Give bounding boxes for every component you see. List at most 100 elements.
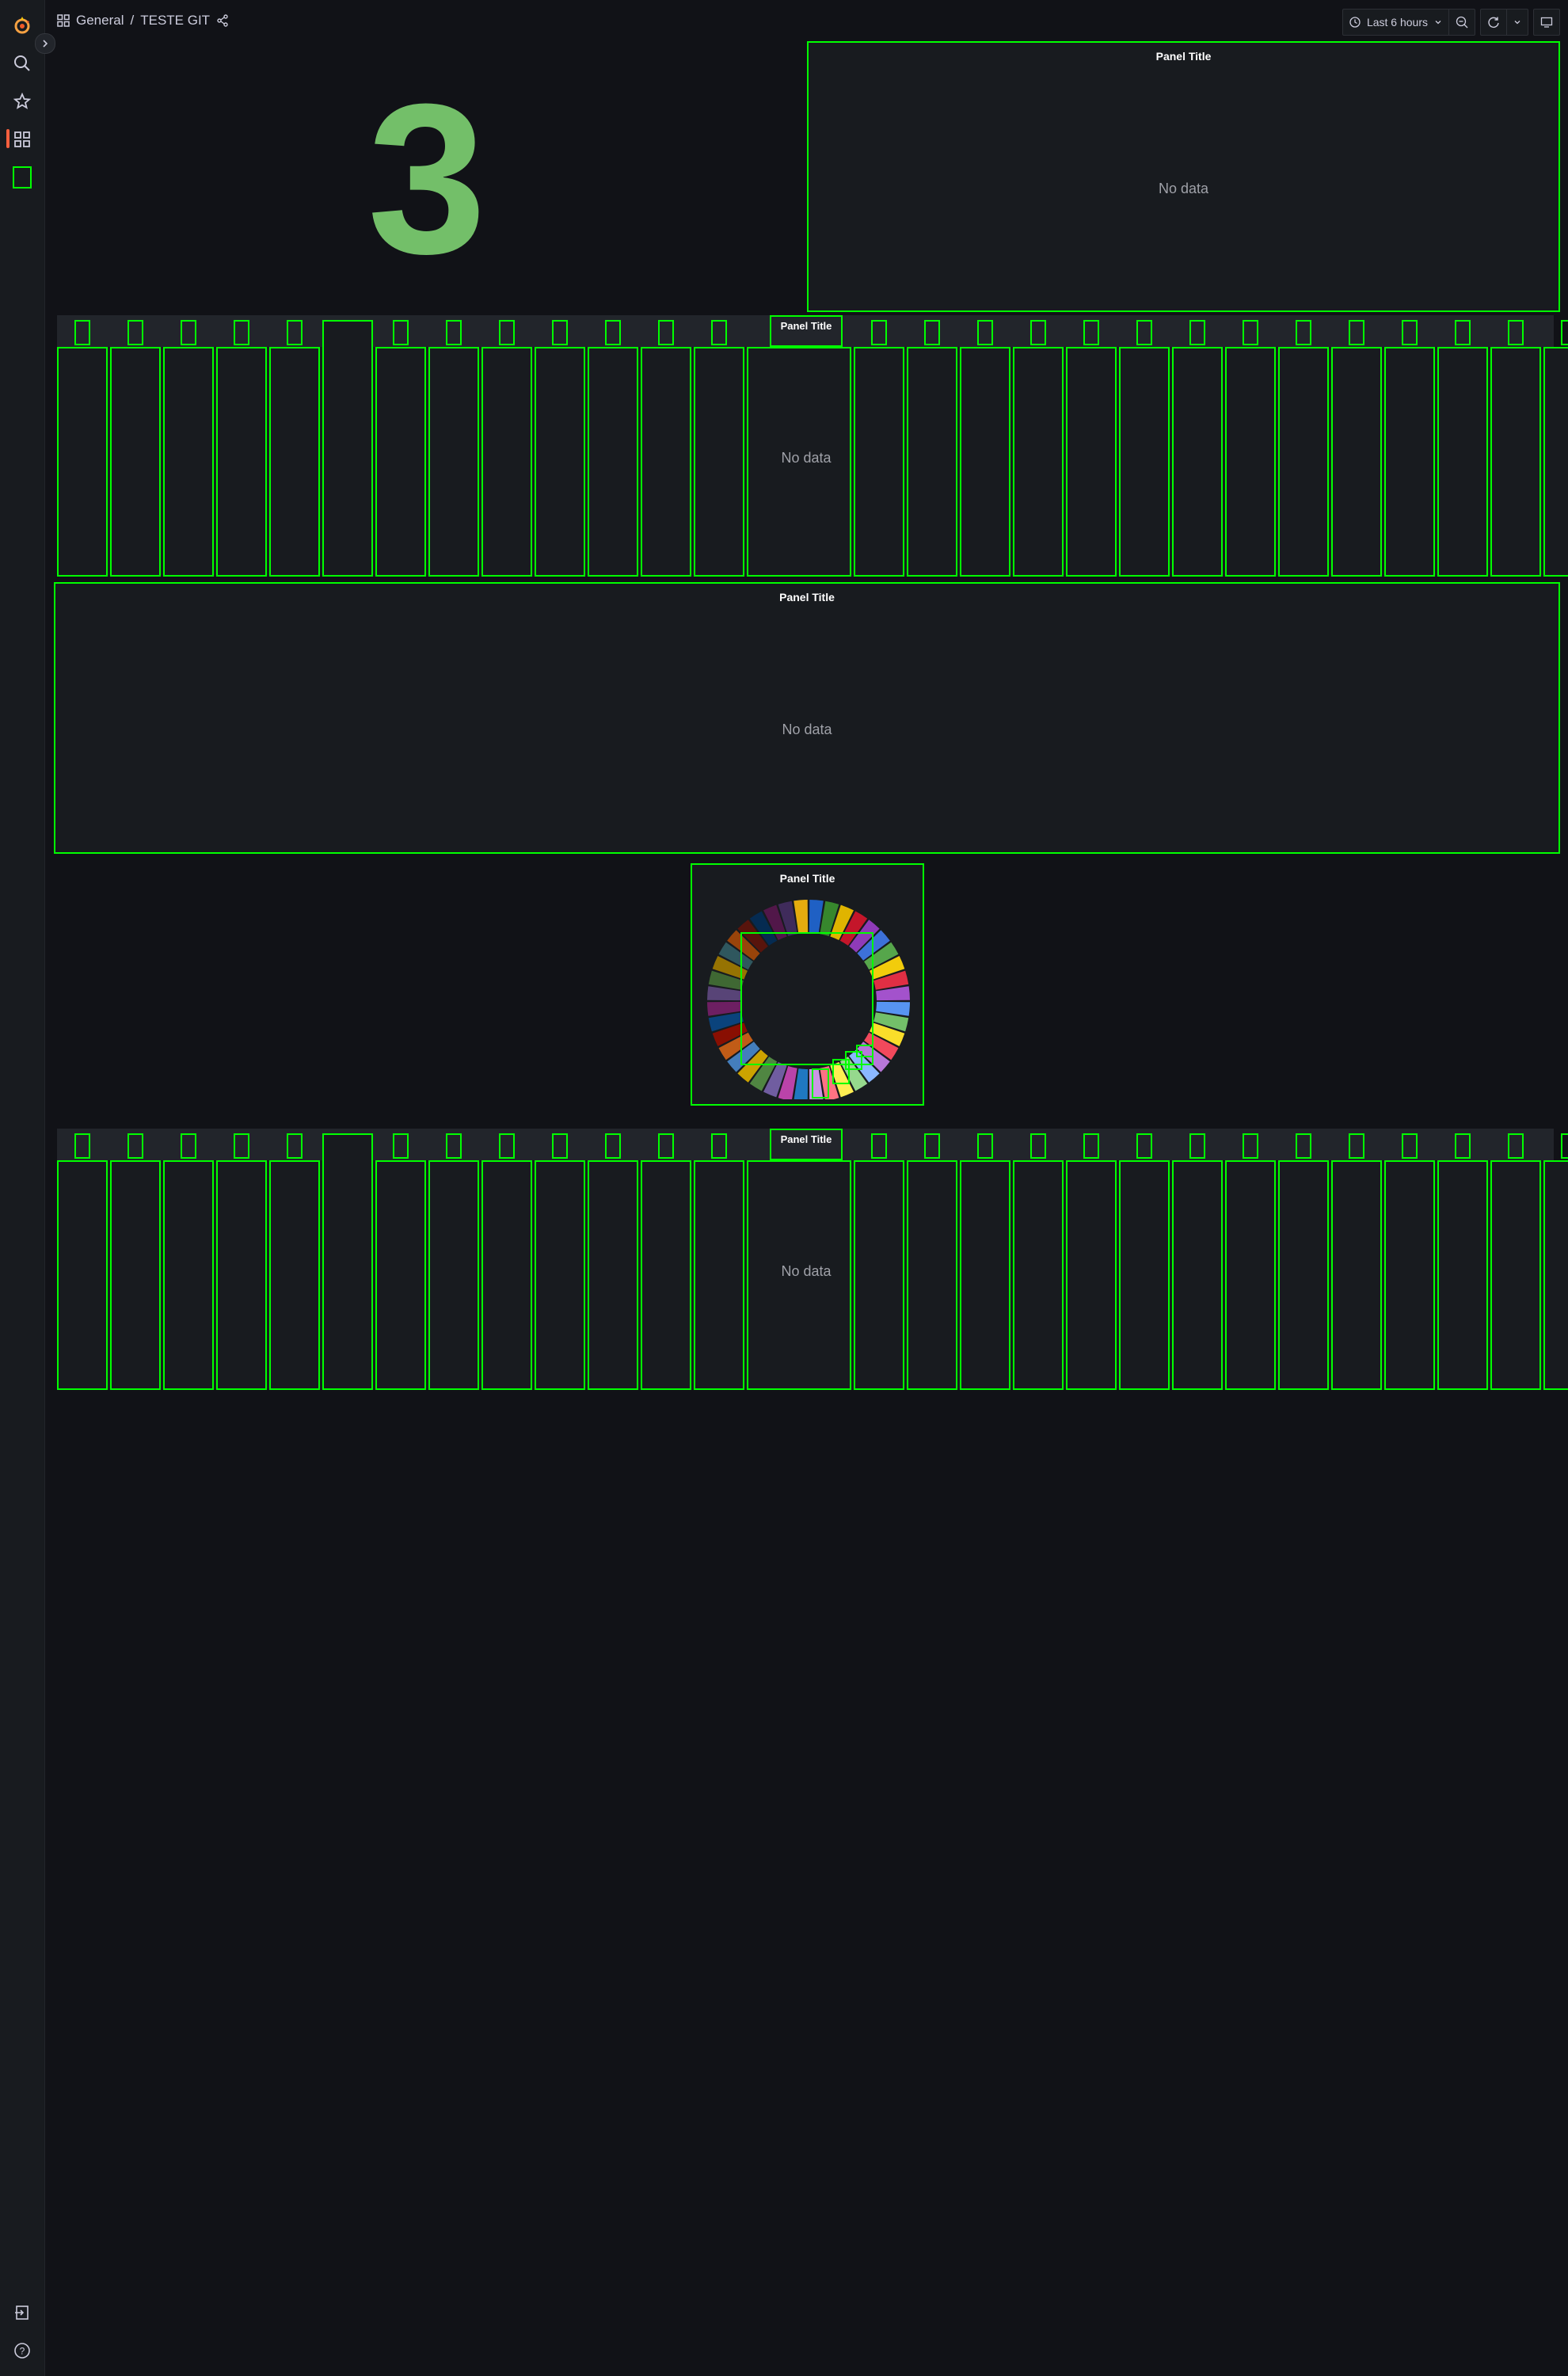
bar-header-tab bbox=[1189, 320, 1205, 345]
bar-column bbox=[1437, 1160, 1488, 1390]
bar-header-tab bbox=[446, 1133, 462, 1159]
pie-chart-panel[interactable]: Panel Title bbox=[691, 863, 924, 1106]
panel-title[interactable]: Panel Title bbox=[809, 50, 1558, 63]
bar-column bbox=[1172, 1160, 1223, 1390]
bar-header-tab bbox=[287, 1133, 303, 1159]
bar-column bbox=[1225, 347, 1276, 577]
bar-column bbox=[1172, 347, 1223, 577]
bar-column bbox=[375, 347, 426, 577]
plugin-app-icon[interactable] bbox=[6, 162, 38, 193]
grafana-logo-icon[interactable] bbox=[6, 10, 38, 41]
bar-column bbox=[57, 1160, 108, 1390]
breadcrumb-folder[interactable]: General bbox=[76, 13, 124, 29]
help-icon[interactable]: ? bbox=[6, 2335, 38, 2366]
bar-column bbox=[322, 1133, 373, 1390]
bar-header-tab bbox=[871, 320, 887, 345]
star-icon[interactable] bbox=[6, 86, 38, 117]
sidebar: ? bbox=[0, 0, 45, 2376]
bar-header-tab bbox=[1508, 1133, 1524, 1159]
panel-title-label: Panel Title bbox=[780, 320, 832, 332]
bar-column bbox=[216, 347, 267, 577]
svg-text:?: ? bbox=[20, 2346, 25, 2357]
bar-column bbox=[269, 347, 320, 577]
bar-header-tab bbox=[74, 320, 90, 345]
bar-column bbox=[481, 1160, 532, 1390]
breadcrumb-separator: / bbox=[130, 13, 135, 28]
bar-column bbox=[1543, 1160, 1568, 1390]
bar-column bbox=[641, 347, 691, 577]
bar-column bbox=[694, 1160, 744, 1390]
bar-header-tab bbox=[393, 320, 409, 345]
bar-header-tab bbox=[924, 320, 940, 345]
bar-header-tab bbox=[181, 1133, 196, 1159]
panel-title[interactable]: Panel Title bbox=[692, 872, 923, 885]
bar-header-tab bbox=[1296, 1133, 1311, 1159]
dashboards-icon[interactable] bbox=[6, 124, 38, 155]
bar-column bbox=[110, 1160, 161, 1390]
bar-header-tab bbox=[287, 320, 303, 345]
donut-chart bbox=[707, 900, 910, 1099]
bar-header-tab bbox=[605, 1133, 621, 1159]
breadcrumb: General / TESTE GIT bbox=[57, 13, 229, 29]
bar-column bbox=[1013, 347, 1064, 577]
panel-top-right[interactable]: Panel Title No data bbox=[807, 41, 1560, 312]
bar-column bbox=[1490, 347, 1541, 577]
bar-header-tab bbox=[711, 320, 727, 345]
bar-header-tab bbox=[1189, 1133, 1205, 1159]
bar-column bbox=[1384, 1160, 1435, 1390]
refresh-button[interactable] bbox=[1481, 10, 1507, 35]
bar-header-tab bbox=[711, 1133, 727, 1159]
bar-column bbox=[1543, 347, 1568, 577]
refresh-icon bbox=[1488, 17, 1499, 28]
bar-column bbox=[57, 347, 108, 577]
bar-column bbox=[1437, 347, 1488, 577]
bar-column bbox=[269, 1160, 320, 1390]
bar-column bbox=[322, 320, 373, 577]
no-data-text: No data bbox=[782, 722, 832, 737]
panel-wide[interactable]: Panel Title No data bbox=[54, 582, 1560, 854]
refresh-interval-dropdown[interactable] bbox=[1507, 10, 1528, 35]
search-icon[interactable] bbox=[6, 48, 38, 79]
bar-column bbox=[163, 1160, 214, 1390]
bar-header-tab bbox=[181, 320, 196, 345]
bar-header-tab bbox=[658, 320, 674, 345]
monitor-icon bbox=[1540, 17, 1553, 28]
bar-column bbox=[588, 347, 638, 577]
zoom-out-button[interactable] bbox=[1449, 10, 1475, 35]
dashboards-icon bbox=[57, 14, 70, 27]
bar-column bbox=[854, 1160, 904, 1390]
bar-column bbox=[1278, 1160, 1329, 1390]
bar-gauge-panel-1[interactable]: Panel Title No data bbox=[57, 315, 1568, 577]
highlight-outline bbox=[740, 932, 873, 1065]
bar-column bbox=[1331, 347, 1382, 577]
bar-header-tab bbox=[1136, 1133, 1152, 1159]
bar-column bbox=[535, 347, 585, 577]
bar-column bbox=[1066, 347, 1117, 577]
bar-header-tab bbox=[127, 1133, 143, 1159]
breadcrumb-dashboard[interactable]: TESTE GIT bbox=[140, 13, 210, 29]
bar-header-tab bbox=[234, 1133, 249, 1159]
bar-column bbox=[110, 347, 161, 577]
tv-mode-button[interactable] bbox=[1534, 10, 1559, 35]
sidebar-expand-toggle[interactable] bbox=[35, 33, 55, 54]
panel-title[interactable]: Panel Title bbox=[770, 1129, 843, 1160]
zoom-out-icon bbox=[1456, 16, 1468, 29]
time-range-picker[interactable]: Last 6 hours bbox=[1343, 10, 1449, 35]
bar-header-tab bbox=[499, 1133, 515, 1159]
panel-title[interactable]: Panel Title bbox=[770, 315, 843, 347]
bar-gauge-panel-2[interactable]: Panel Title No data bbox=[57, 1129, 1568, 1390]
bar-header-tab bbox=[1561, 1133, 1568, 1159]
stat-panel[interactable]: 3 bbox=[51, 41, 803, 310]
bar-header-tab bbox=[499, 320, 515, 345]
bar-header-tab bbox=[1561, 320, 1568, 345]
bar-header-tab bbox=[924, 1133, 940, 1159]
chevron-down-icon bbox=[1514, 21, 1520, 25]
bar-header-tab bbox=[1508, 320, 1524, 345]
panel-title[interactable]: Panel Title bbox=[55, 591, 1558, 604]
bar-header-tab bbox=[1349, 1133, 1364, 1159]
bar-column bbox=[535, 1160, 585, 1390]
bar-column bbox=[694, 347, 744, 577]
sign-in-icon[interactable] bbox=[6, 2297, 38, 2328]
bar-column bbox=[1225, 1160, 1276, 1390]
share-icon[interactable] bbox=[216, 14, 229, 27]
